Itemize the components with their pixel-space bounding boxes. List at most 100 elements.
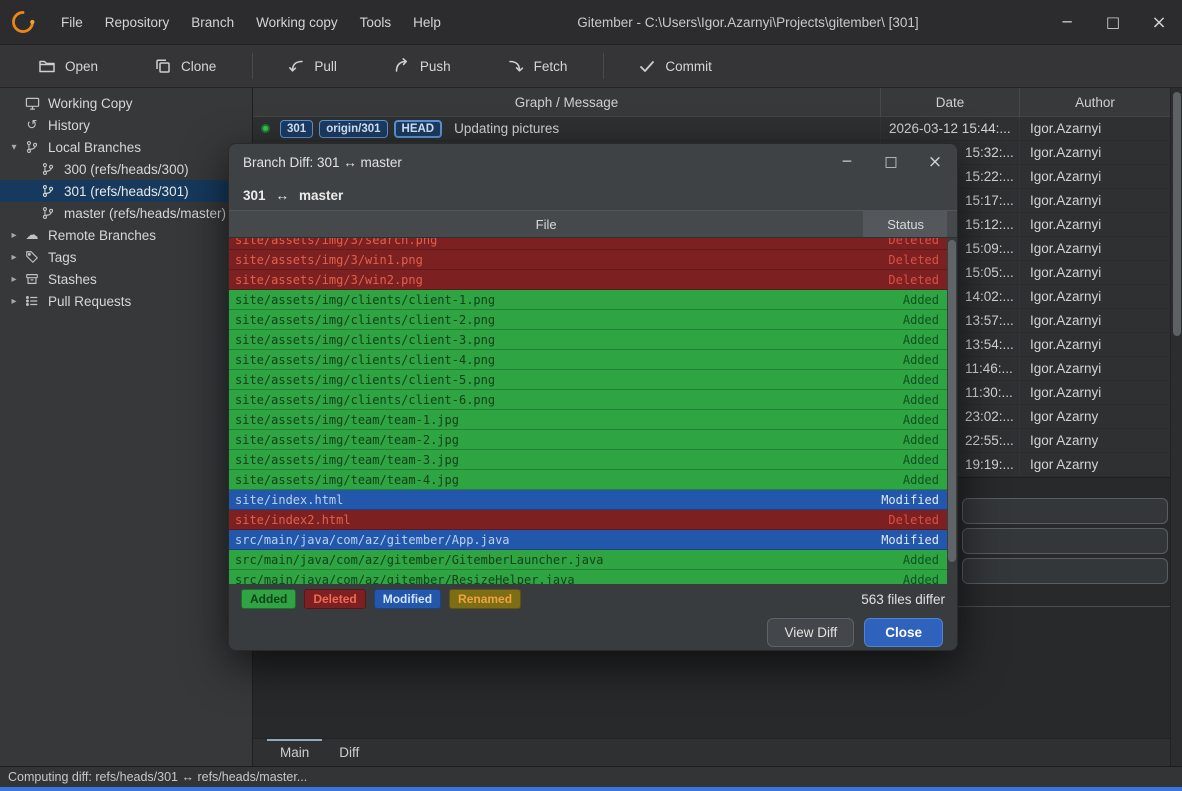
diff-file-row[interactable]: site/assets/img/clients/client-3.pngAdde… — [229, 330, 957, 350]
sidebar: Working Copy ↺ History ▾ Local Branches … — [0, 88, 253, 766]
diff-file-row[interactable]: src/main/java/com/az/gitember/GitemberLa… — [229, 550, 957, 570]
legend-deleted: Deleted — [304, 589, 365, 609]
file-status-badge: Deleted — [866, 273, 949, 287]
folder-icon — [38, 57, 56, 75]
clone-button[interactable]: Clone — [138, 50, 232, 82]
chevron-right-icon[interactable]: ▸ — [6, 252, 22, 263]
commit-author: Igor.Azarnyi — [1020, 333, 1170, 356]
menu-working-copy[interactable]: Working copy — [245, 10, 349, 35]
legend-added: Added — [241, 589, 296, 609]
diff-file-row[interactable]: site/assets/img/clients/client-6.pngAdde… — [229, 390, 957, 410]
commit-author: Igor Azarny — [1020, 429, 1170, 452]
dialog-scrollbar[interactable] — [947, 238, 957, 584]
detail-field[interactable] — [962, 558, 1168, 584]
clone-icon — [154, 57, 172, 75]
column-header-author[interactable]: Author — [1020, 88, 1170, 116]
stash-icon — [22, 272, 42, 286]
diff-file-row[interactable]: site/assets/img/clients/client-4.pngAdde… — [229, 350, 957, 370]
menu-tools[interactable]: Tools — [349, 10, 403, 35]
diff-file-row[interactable]: site/index2.htmlDeleted — [229, 510, 957, 530]
column-header-file[interactable]: File — [229, 211, 864, 237]
menu-help[interactable]: Help — [402, 10, 452, 35]
diff-file-row[interactable]: site/assets/img/3/win1.pngDeleted — [229, 250, 957, 270]
sidebar-item-local-branches[interactable]: ▾ Local Branches — [0, 136, 252, 158]
sidebar-item-history[interactable]: ↺ History — [0, 114, 252, 136]
file-status-badge: Added — [866, 313, 949, 327]
branch-left-label: 301 — [243, 188, 266, 203]
main-scrollbar[interactable] — [1170, 88, 1182, 766]
chevron-right-icon[interactable]: ▸ — [6, 274, 22, 285]
diff-file-row[interactable]: site/assets/img/team/team-2.jpgAdded — [229, 430, 957, 450]
chevron-right-icon[interactable]: ▸ — [6, 230, 22, 241]
commit-author: Igor.Azarnyi — [1020, 285, 1170, 308]
diff-table-header: File Status — [229, 210, 957, 238]
menu-branch[interactable]: Branch — [180, 10, 245, 35]
close-button[interactable]: Close — [864, 618, 943, 647]
diff-file-row[interactable]: site/assets/img/team/team-4.jpgAdded — [229, 470, 957, 490]
file-status-badge: Added — [866, 473, 949, 487]
diff-file-row[interactable]: src/main/java/com/az/gitember/App.javaMo… — [229, 530, 957, 550]
branch-icon — [38, 162, 58, 176]
dialog-close-icon[interactable]: × — [913, 144, 957, 180]
diff-file-row[interactable]: src/main/java/com/az/gitember/ResizeHelp… — [229, 570, 957, 584]
sidebar-item-branch-301[interactable]: 301 (refs/heads/301) — [0, 180, 252, 202]
arrow-left-right-icon: ↔ — [276, 188, 290, 203]
menu-repository[interactable]: Repository — [94, 10, 181, 35]
sidebar-label: master (refs/heads/master) — [64, 206, 226, 221]
maximize-icon[interactable]: □ — [1090, 0, 1136, 44]
commit-button[interactable]: Commit — [622, 50, 728, 82]
diff-file-row[interactable]: site/assets/img/3/win2.pngDeleted — [229, 270, 957, 290]
dialog-minimize-icon[interactable]: ─ — [825, 144, 869, 180]
sidebar-item-branch-300[interactable]: 300 (refs/heads/300) — [0, 158, 252, 180]
tab-main[interactable]: Main — [265, 739, 324, 766]
dialog-maximize-icon[interactable]: □ — [869, 144, 913, 180]
tab-diff[interactable]: Diff — [324, 739, 374, 766]
column-header-date[interactable]: Date — [881, 88, 1020, 116]
file-status-badge: Deleted — [866, 238, 949, 247]
menu-file[interactable]: File — [50, 10, 94, 35]
legend-modified: Modified — [374, 589, 441, 609]
commit-row-selected[interactable]: 301 origin/301 HEAD Updating pictures 20… — [253, 117, 1170, 141]
push-button[interactable]: Push — [377, 50, 467, 82]
sidebar-item-branch-master[interactable]: master (refs/heads/master) — [0, 202, 252, 224]
sidebar-label: 300 (refs/heads/300) — [64, 162, 189, 177]
minimize-icon[interactable]: ─ — [1044, 0, 1090, 44]
detail-field[interactable] — [962, 498, 1168, 524]
branch-badge: 301 — [280, 120, 313, 138]
diff-file-row[interactable]: site/assets/img/team/team-1.jpgAdded — [229, 410, 957, 430]
chevron-down-icon[interactable]: ▾ — [6, 142, 22, 153]
diff-file-row[interactable]: site/assets/img/3/search.pngDeleted — [229, 238, 957, 250]
view-diff-button[interactable]: View Diff — [767, 618, 854, 647]
branch-badge: origin/301 — [319, 120, 387, 138]
diff-file-row[interactable]: site/index.htmlModified — [229, 490, 957, 510]
open-button[interactable]: Open — [22, 50, 114, 82]
sidebar-item-stashes[interactable]: ▸ Stashes — [0, 268, 252, 290]
pull-button[interactable]: Pull — [271, 50, 353, 82]
close-icon[interactable]: × — [1136, 0, 1182, 44]
scrollbar-thumb[interactable] — [948, 240, 956, 562]
file-status-badge: Added — [866, 553, 949, 567]
sidebar-item-pull-requests[interactable]: ▸ Pull Requests — [0, 290, 252, 312]
diff-file-row[interactable]: site/assets/img/clients/client-2.pngAdde… — [229, 310, 957, 330]
sidebar-item-working-copy[interactable]: Working Copy — [0, 92, 252, 114]
diff-file-row[interactable]: site/assets/img/team/team-3.jpgAdded — [229, 450, 957, 470]
detail-field[interactable] — [962, 528, 1168, 554]
column-header-graph-message[interactable]: Graph / Message — [253, 88, 881, 116]
titlebar: File Repository Branch Working copy Tool… — [0, 0, 1182, 45]
file-path: site/assets/img/clients/client-4.png — [229, 353, 866, 367]
sidebar-item-tags[interactable]: ▸ Tags — [0, 246, 252, 268]
fetch-button[interactable]: Fetch — [491, 50, 584, 82]
diff-file-rows: site/assets/img/3/search.pngDeletedsite/… — [229, 238, 957, 584]
chevron-right-icon[interactable]: ▸ — [6, 296, 22, 307]
file-path: site/index.html — [229, 493, 866, 507]
sidebar-item-remote-branches[interactable]: ▸ ☁ Remote Branches — [0, 224, 252, 246]
file-status-badge: Added — [866, 393, 949, 407]
scrollbar-thumb[interactable] — [1173, 92, 1181, 336]
file-path: site/assets/img/3/search.png — [229, 238, 866, 247]
commit-author: Igor.Azarnyi — [1020, 237, 1170, 260]
file-status-badge: Added — [866, 453, 949, 467]
diff-file-row[interactable]: site/assets/img/clients/client-1.pngAdde… — [229, 290, 957, 310]
diff-file-row[interactable]: site/assets/img/clients/client-5.pngAdde… — [229, 370, 957, 390]
file-path: site/assets/img/3/win1.png — [229, 253, 866, 267]
column-header-status[interactable]: Status — [864, 211, 947, 237]
